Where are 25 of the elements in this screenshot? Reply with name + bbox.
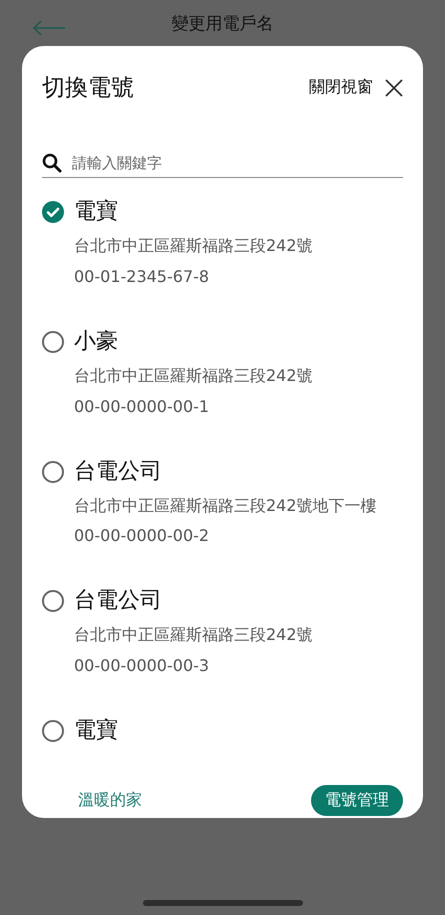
account-address: 台北市中正區羅斯福路三段242號 xyxy=(74,366,313,387)
page-title: 變更用電戶名 xyxy=(172,12,274,34)
account-name[interactable]: 電寶 xyxy=(74,715,118,746)
account-name[interactable]: 小豪 xyxy=(74,326,313,356)
account-address: 台北市中正區羅斯福路三段242號 xyxy=(74,625,313,646)
account-name[interactable]: 台電公司 xyxy=(74,585,313,616)
manage-button[interactable]: 電號管理 xyxy=(311,785,403,816)
close-label[interactable]: 關閉視窗 xyxy=(309,77,373,98)
account-name[interactable]: 電寶 xyxy=(74,196,313,226)
radio-button[interactable] xyxy=(42,720,64,742)
radio-button[interactable] xyxy=(42,330,64,353)
account-address: 台北市中正區羅斯福路三段242號地下一樓 xyxy=(74,496,377,516)
radio-checked[interactable] xyxy=(42,201,64,223)
sheet-title: 切換電號 xyxy=(42,74,134,103)
close-icon[interactable] xyxy=(385,78,403,96)
radio-button[interactable] xyxy=(42,460,64,483)
account-name[interactable]: 台電公司 xyxy=(74,456,377,486)
account-number: 00-01-2345-67-8 xyxy=(74,266,210,286)
account-number: 00-00-0000-00-2 xyxy=(74,526,210,546)
account-number: 00-00-0000-00-3 xyxy=(74,656,210,676)
nickname-link[interactable]: 溫暖的家 xyxy=(78,790,142,812)
account-address: 台北市中正區羅斯福路三段242號 xyxy=(74,236,313,257)
account-number: 00-00-0000-00-1 xyxy=(74,396,210,416)
search-icon xyxy=(42,153,62,173)
radio-button[interactable] xyxy=(42,590,64,612)
